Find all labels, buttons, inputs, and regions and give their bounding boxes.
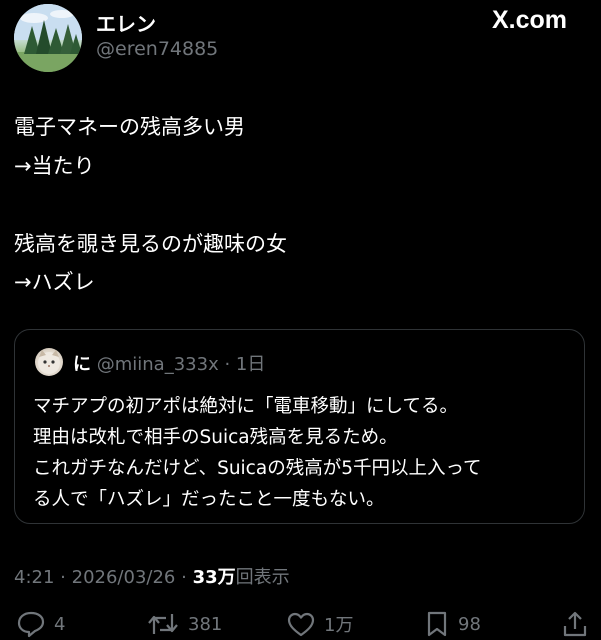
- quoted-text-line: 理由は改札で相手のSuica残高を見るため。: [33, 427, 398, 448]
- quoted-post-header: に @miina_333x · 1日: [73, 350, 265, 376]
- repost-button[interactable]: 381: [146, 610, 222, 638]
- display-name[interactable]: エレン: [96, 8, 156, 37]
- quoted-user-avatar[interactable]: [35, 348, 63, 376]
- reply-button[interactable]: 4: [16, 610, 65, 638]
- post-timestamp-line: 4:21 · 2026/03/26 · 33万回表示: [14, 563, 290, 589]
- post-date[interactable]: 2026/03/26: [72, 567, 176, 588]
- share-icon: [563, 611, 587, 637]
- user-handle[interactable]: @eren74885: [96, 38, 218, 60]
- quoted-text-line: マチアプの初アポは絶対に「電車移動」にしてる。: [33, 396, 458, 417]
- quoted-text-line: これガチなんだけど、Suicaの残高が5千円以上入って: [33, 458, 482, 479]
- quoted-display-name[interactable]: に: [73, 354, 91, 375]
- views-label: 回表示: [235, 567, 290, 588]
- views-count[interactable]: 33万: [193, 567, 236, 588]
- quoted-handle[interactable]: @miina_333x: [97, 354, 219, 375]
- repost-icon: [148, 614, 178, 634]
- reply-icon: [17, 611, 45, 638]
- heart-icon: [287, 612, 315, 637]
- quoted-post-card[interactable]: に @miina_333x · 1日 マチアプの初アポは絶対に「電車移動」にして…: [14, 329, 585, 524]
- user-avatar[interactable]: [14, 4, 82, 72]
- cat-avatar-icon: [38, 350, 60, 374]
- post-text-line: 残高を覗き見るのが趣味の女: [14, 232, 287, 256]
- post-text-line: →ハズレ: [14, 270, 95, 294]
- x-com-watermark: X.com: [491, 6, 567, 34]
- like-count: 1万: [324, 615, 354, 636]
- post-screenshot: エレン @eren74885 X.com 電子マネーの残高多い男 →当たり 残高…: [0, 0, 601, 640]
- share-button[interactable]: [562, 610, 588, 638]
- like-button[interactable]: 1万: [286, 610, 353, 638]
- forest-avatar-icon: [14, 4, 82, 72]
- bookmark-button[interactable]: 98: [424, 610, 481, 638]
- timestamp-separator: ·: [60, 567, 66, 588]
- post-time[interactable]: 4:21: [14, 567, 54, 588]
- quoted-separator: ·: [224, 354, 231, 375]
- bookmark-icon: [427, 611, 447, 637]
- quoted-text-line: る人で「ハズレ」だったこと一度もない。: [33, 489, 385, 510]
- timestamp-separator: ·: [181, 567, 187, 588]
- post-text-line: 電子マネーの残高多い男: [14, 115, 245, 139]
- post-text-line: →当たり: [14, 154, 95, 178]
- bookmark-count: 98: [458, 613, 481, 635]
- quoted-post-age: 1日: [235, 354, 266, 375]
- reply-count: 4: [54, 613, 66, 635]
- repost-count: 381: [188, 613, 223, 635]
